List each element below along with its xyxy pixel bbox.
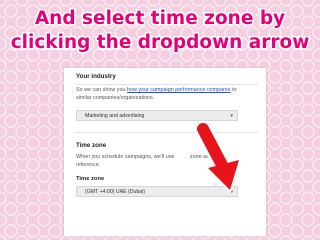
red-arrow xyxy=(194,120,241,192)
pointer-arrow-icon xyxy=(194,120,241,192)
